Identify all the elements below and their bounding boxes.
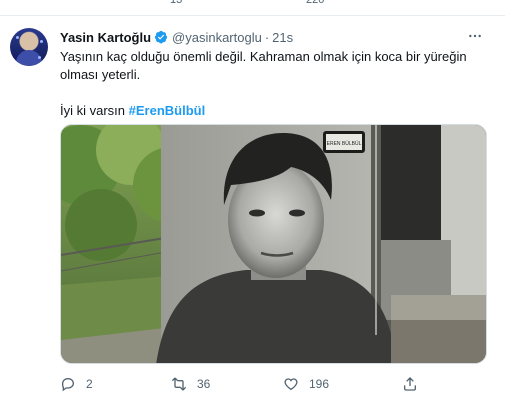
like-button[interactable]: 196 <box>283 374 329 394</box>
tweet-timestamp[interactable]: 21s <box>272 30 293 45</box>
verified-badge-icon <box>154 30 168 44</box>
retweet-icon <box>171 377 187 391</box>
avatar-decoration <box>16 36 19 39</box>
tweet-header: Yasin Kartoğlu @yasinkartoglu · 21s <box>60 28 293 46</box>
reply-icon <box>62 377 75 392</box>
avatar[interactable] <box>10 28 48 66</box>
header-separator: · <box>264 29 270 45</box>
tweet-text: Yaşının kaç olduğu önemli değil. Kahrama… <box>60 48 480 120</box>
avatar-decoration <box>38 56 41 59</box>
like-count: 196 <box>309 377 330 391</box>
retweet-button[interactable]: 36 <box>171 374 210 394</box>
avatar-decoration <box>40 40 43 43</box>
previous-retweet-count[interactable]: 13 <box>170 0 182 6</box>
tweet-image[interactable]: EREN BÜLBÜL <box>60 124 487 364</box>
previous-tweet-actions: 13 220 <box>0 0 505 16</box>
tweet-text-line: olması yeterli. <box>60 67 141 82</box>
share-button[interactable] <box>402 374 428 394</box>
mural-photo: EREN BÜLBÜL <box>61 125 486 363</box>
hashtag-link[interactable]: #ErenBülbül <box>129 103 206 118</box>
author-display-name[interactable]: Yasin Kartoğlu <box>60 30 151 45</box>
tweet-text-line-3: İyi ki varsın <box>60 103 129 118</box>
retweet-count: 36 <box>197 377 211 391</box>
tweet[interactable]: Yasin Kartoğlu @yasinkartoglu · 21s Yaşı… <box>0 16 505 410</box>
previous-like-count[interactable]: 220 <box>306 0 324 6</box>
author-handle[interactable]: @yasinkartoglu <box>172 30 262 45</box>
reply-button[interactable]: 2 <box>60 374 93 394</box>
mural-sign-text: EREN BÜLBÜL <box>327 140 362 147</box>
more-icon[interactable] <box>465 26 485 46</box>
reply-count: 2 <box>86 377 93 391</box>
tweet-text-line: İyi ki varsın #ErenBülbül <box>60 102 480 120</box>
tweet-actions: 2 36 196 <box>60 374 440 394</box>
tweet-text-line: Yaşının kaç olduğu önemli değil. Kahrama… <box>60 49 467 64</box>
heart-icon <box>284 378 298 391</box>
share-icon <box>404 377 416 391</box>
